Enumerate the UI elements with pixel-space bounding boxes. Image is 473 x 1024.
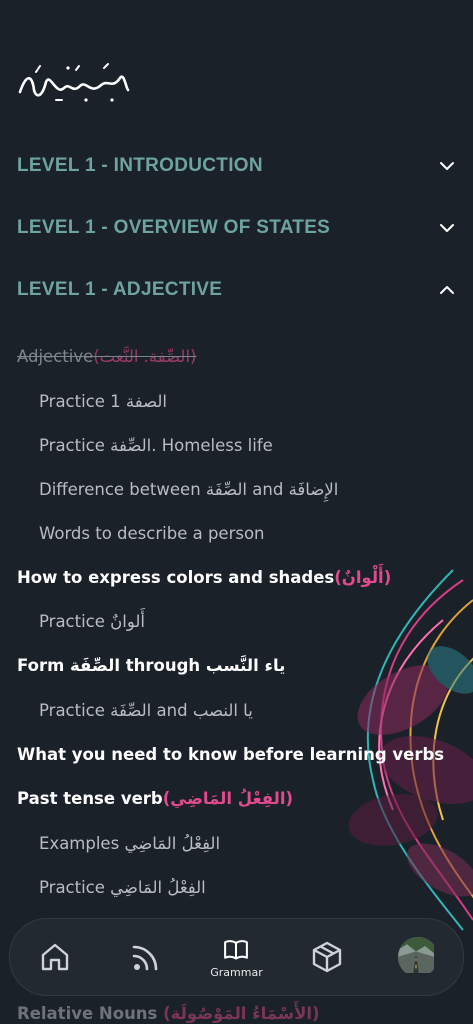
lesson-past-tense-practice[interactable]: Practice الفِعْلُ المَاضِي: [39, 872, 463, 902]
lesson-colors-shades[interactable]: How to express colors and shades (أَلْوا…: [17, 562, 463, 592]
chevron-down-icon: [440, 162, 454, 170]
nav-grammar-label: Grammar: [210, 965, 263, 979]
lesson-practice-nisba[interactable]: Practice الصِّفَة and يا النصب: [39, 695, 463, 725]
section-title: LEVEL 1 - OVERVIEW OF STATES: [17, 217, 331, 238]
lesson-difference[interactable]: Difference between الصِّفَة and الإِضافَ…: [39, 474, 463, 504]
lesson-adjective[interactable]: Adjective (الصِّفة. النَّعت): [17, 341, 463, 371]
rss-feed-icon: [132, 945, 158, 971]
lesson-describe-person[interactable]: Words to describe a person: [39, 518, 463, 548]
lesson-past-tense[interactable]: Past tense verb (الفِعْلُ المَاضِي): [17, 783, 463, 813]
lesson-past-tense-examples[interactable]: Examples الفِعْلُ المَاضِي: [39, 828, 463, 858]
section-adjective[interactable]: LEVEL 1 - ADJECTIVE: [17, 270, 455, 310]
lesson-accent: (الصِّفة. النَّعت): [93, 346, 197, 366]
book-icon: [224, 939, 249, 960]
lesson-accent: (الأَسْمَاءُ المَوْصُولَة): [163, 1004, 320, 1023]
lesson-relative-nouns[interactable]: Relative Nouns (الأَسْمَاءُ المَوْصُولَة…: [17, 1004, 320, 1023]
lesson-label: Practice الصِّفة. Homeless life: [39, 435, 273, 455]
chevron-up-icon: [440, 286, 454, 294]
lesson-label: Practice الصِّفَة and يا النصب: [39, 700, 253, 720]
section-title: LEVEL 1 - INTRODUCTION: [17, 155, 263, 176]
lesson-accent: (أَلْوانٌ): [334, 567, 392, 587]
avatar-image: [397, 937, 434, 973]
lesson-accent: (الفِعْلُ المَاضِي): [162, 788, 294, 808]
calligraphy-logo-art: [18, 63, 130, 102]
nav-feed-button[interactable]: [116, 927, 176, 987]
section-title: LEVEL 1 - ADJECTIVE: [17, 279, 223, 300]
lesson-form-nisba[interactable]: Form الصِّفَة through ياء النَّسب: [17, 650, 463, 680]
lesson-label: Examples الفِعْلُ المَاضِي: [39, 833, 221, 853]
lesson-before-verbs[interactable]: What you need to know before learning ve…: [17, 739, 463, 769]
lesson-label: Practice 1 الصفة: [39, 391, 168, 411]
nav-grammar-button[interactable]: Grammar: [206, 927, 266, 987]
lesson-label: Practice أَلوانٌ: [39, 611, 145, 631]
nav-home-button[interactable]: [25, 927, 85, 987]
lesson-label: What you need to know before learning ve…: [17, 744, 445, 764]
lesson-label: Form الصِّفَة through ياء النَّسب: [17, 655, 286, 675]
bottom-nav: Grammar: [9, 918, 464, 996]
lesson-label: Difference between الصِّفَة and الإِضافَ…: [39, 479, 339, 499]
nav-profile-button[interactable]: [388, 927, 448, 987]
calligraphy-logo: [16, 60, 130, 104]
lesson-label: Relative Nouns: [17, 1004, 164, 1023]
avatar: [397, 937, 438, 977]
lesson-label: Past tense verb: [17, 788, 163, 808]
lesson-label: How to express colors and shades: [17, 567, 335, 587]
section-introduction[interactable]: LEVEL 1 - INTRODUCTION: [17, 146, 455, 186]
lesson-practice-colors[interactable]: Practice أَلوانٌ: [39, 606, 463, 636]
lesson-label: Words to describe a person: [39, 523, 265, 543]
chevron-down-icon: [440, 224, 454, 232]
lesson-label: Adjective: [17, 346, 94, 366]
home-icon: [42, 943, 69, 971]
section-overview-of-states[interactable]: LEVEL 1 - OVERVIEW OF STATES: [17, 208, 455, 248]
lesson-practice-homeless-life[interactable]: Practice الصِّفة. Homeless life: [39, 430, 463, 460]
nav-cube-button[interactable]: [297, 927, 357, 987]
lesson-label: Practice الفِعْلُ المَاضِي: [39, 877, 206, 897]
cube-icon: [312, 941, 342, 973]
lesson-practice-1[interactable]: Practice 1 الصفة: [39, 386, 463, 416]
